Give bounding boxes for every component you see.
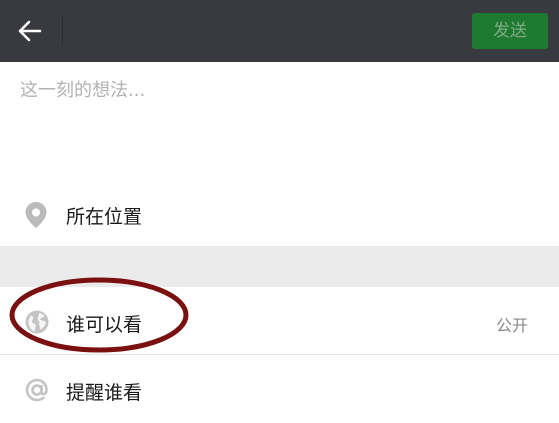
who-can-see-row[interactable]: 谁可以看 公开 <box>0 288 559 355</box>
header-divider <box>62 16 63 46</box>
globe-icon <box>24 309 50 339</box>
back-button[interactable] <box>16 17 44 45</box>
at-icon <box>24 377 50 407</box>
section-gap <box>0 247 559 287</box>
top-bar: 发送 <box>0 0 559 62</box>
arrow-left-icon <box>18 20 42 42</box>
location-pin-icon <box>24 201 48 233</box>
send-button[interactable]: 发送 <box>472 13 548 49</box>
who-can-see-label: 谁可以看 <box>66 314 143 336</box>
remind-who-row[interactable]: 提醒谁看 <box>0 355 559 423</box>
location-row[interactable]: 所在位置 <box>0 182 559 247</box>
remind-who-label: 提醒谁看 <box>66 382 143 404</box>
location-label: 所在位置 <box>66 206 143 228</box>
moment-text-input[interactable]: 这一刻的想法... <box>20 76 540 176</box>
visibility-value: 公开 <box>495 316 528 335</box>
